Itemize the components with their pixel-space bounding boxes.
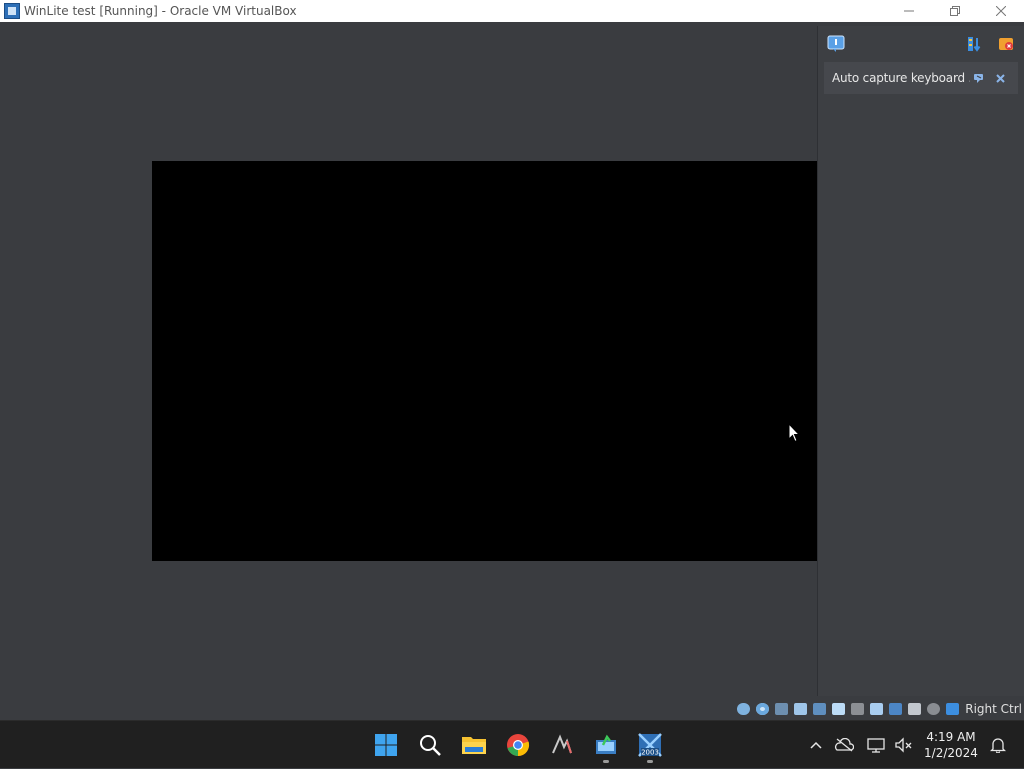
- notification-center-icon: [827, 35, 845, 52]
- virtualbox-manager-icon: [596, 734, 616, 754]
- taskbar-apps: 2003: [364, 721, 672, 769]
- show-hidden-icons-button[interactable]: [802, 731, 830, 759]
- delete-notifications-icon: [999, 38, 1013, 50]
- volume-muted-icon: [895, 737, 912, 753]
- audio-icon[interactable]: [773, 701, 790, 717]
- vm-display[interactable]: [152, 161, 817, 561]
- mouse-pointer-icon: [788, 423, 800, 443]
- chevron-up-icon: [810, 741, 822, 749]
- virtualbox-vm-icon: 2003: [638, 733, 662, 757]
- notification-item[interactable]: Auto capture keyboard ...: [824, 62, 1018, 94]
- windows-taskbar: 2003 4:19 AM 1/2/2024: [0, 720, 1024, 768]
- virtualbox-manager-button[interactable]: [584, 725, 628, 765]
- close-icon: [995, 73, 1005, 83]
- windows-start-icon: [375, 734, 397, 756]
- sort-button[interactable]: [964, 34, 984, 54]
- file-explorer-icon: [462, 737, 486, 754]
- shared-folders-icon[interactable]: [830, 701, 847, 717]
- running-indicator: [603, 760, 609, 763]
- host-key-icon[interactable]: [944, 701, 961, 717]
- onedrive-icon: [835, 738, 854, 752]
- chrome-button[interactable]: [496, 725, 540, 765]
- restore-icon: [950, 6, 960, 16]
- notification-text: Auto capture keyboard ...: [832, 71, 970, 85]
- window-controls: [886, 0, 1024, 22]
- close-icon: [996, 6, 1006, 16]
- start-button[interactable]: [364, 725, 408, 765]
- notifications-button[interactable]: [984, 731, 1012, 759]
- clock[interactable]: 4:19 AM 1/2/2024: [918, 729, 984, 761]
- optical-drive-icon[interactable]: [754, 701, 771, 717]
- virtualbox-window: WinLite test [Running] - Oracle VM Virtu…: [0, 0, 1024, 720]
- notification-center-button[interactable]: [826, 34, 846, 54]
- do-not-show-again-button[interactable]: [970, 68, 990, 88]
- network-icon: [867, 738, 885, 753]
- close-notification-button[interactable]: [990, 68, 1010, 88]
- vm-status-bar: Right Ctrl: [0, 698, 1024, 720]
- host-key-label: Right Ctrl: [965, 702, 1022, 716]
- network-icon[interactable]: [792, 701, 809, 717]
- clock-date: 1/2/2024: [924, 746, 978, 760]
- chrome-icon: [507, 734, 530, 757]
- usb-icon[interactable]: [811, 701, 828, 717]
- clock-time: 4:19 AM: [926, 730, 976, 744]
- volume-button[interactable]: [890, 731, 918, 759]
- mouse-integration-icon[interactable]: [906, 701, 923, 717]
- onedrive-button[interactable]: [830, 731, 858, 759]
- restore-button[interactable]: [932, 0, 978, 22]
- hard-disk-icon[interactable]: [735, 701, 752, 717]
- close-button[interactable]: [978, 0, 1024, 22]
- do-not-show-again-icon: [974, 74, 983, 83]
- display-icon[interactable]: [849, 701, 866, 717]
- inkscape-button[interactable]: [540, 725, 584, 765]
- notification-center: Auto capture keyboard ...: [817, 26, 1024, 696]
- virtualbox-icon: [4, 3, 20, 19]
- virtualbox-vm-button[interactable]: 2003: [628, 725, 672, 765]
- running-indicator: [647, 760, 653, 763]
- inkscape-icon: [552, 734, 572, 754]
- sort-icon: [968, 37, 981, 52]
- search-button[interactable]: [408, 725, 452, 765]
- file-explorer-button[interactable]: [452, 725, 496, 765]
- system-tray: 4:19 AM 1/2/2024: [802, 721, 1024, 769]
- virtualization-icon[interactable]: [887, 701, 904, 717]
- network-button[interactable]: [862, 731, 890, 759]
- status-indicators: Right Ctrl: [735, 698, 1024, 720]
- keyboard-icon[interactable]: [925, 701, 942, 717]
- notifications-icon: [990, 738, 1006, 753]
- minimize-icon: [904, 10, 914, 12]
- title-bar[interactable]: WinLite test [Running] - Oracle VM Virtu…: [0, 0, 1024, 22]
- video-capture-icon[interactable]: [868, 701, 885, 717]
- search-icon: [420, 735, 441, 756]
- minimize-button[interactable]: [886, 0, 932, 22]
- delete-notifications-button[interactable]: [996, 34, 1016, 54]
- notification-toolbar: [818, 26, 1024, 62]
- vm-icon-label: 2003: [641, 749, 659, 757]
- window-title: WinLite test [Running] - Oracle VM Virtu…: [24, 4, 297, 18]
